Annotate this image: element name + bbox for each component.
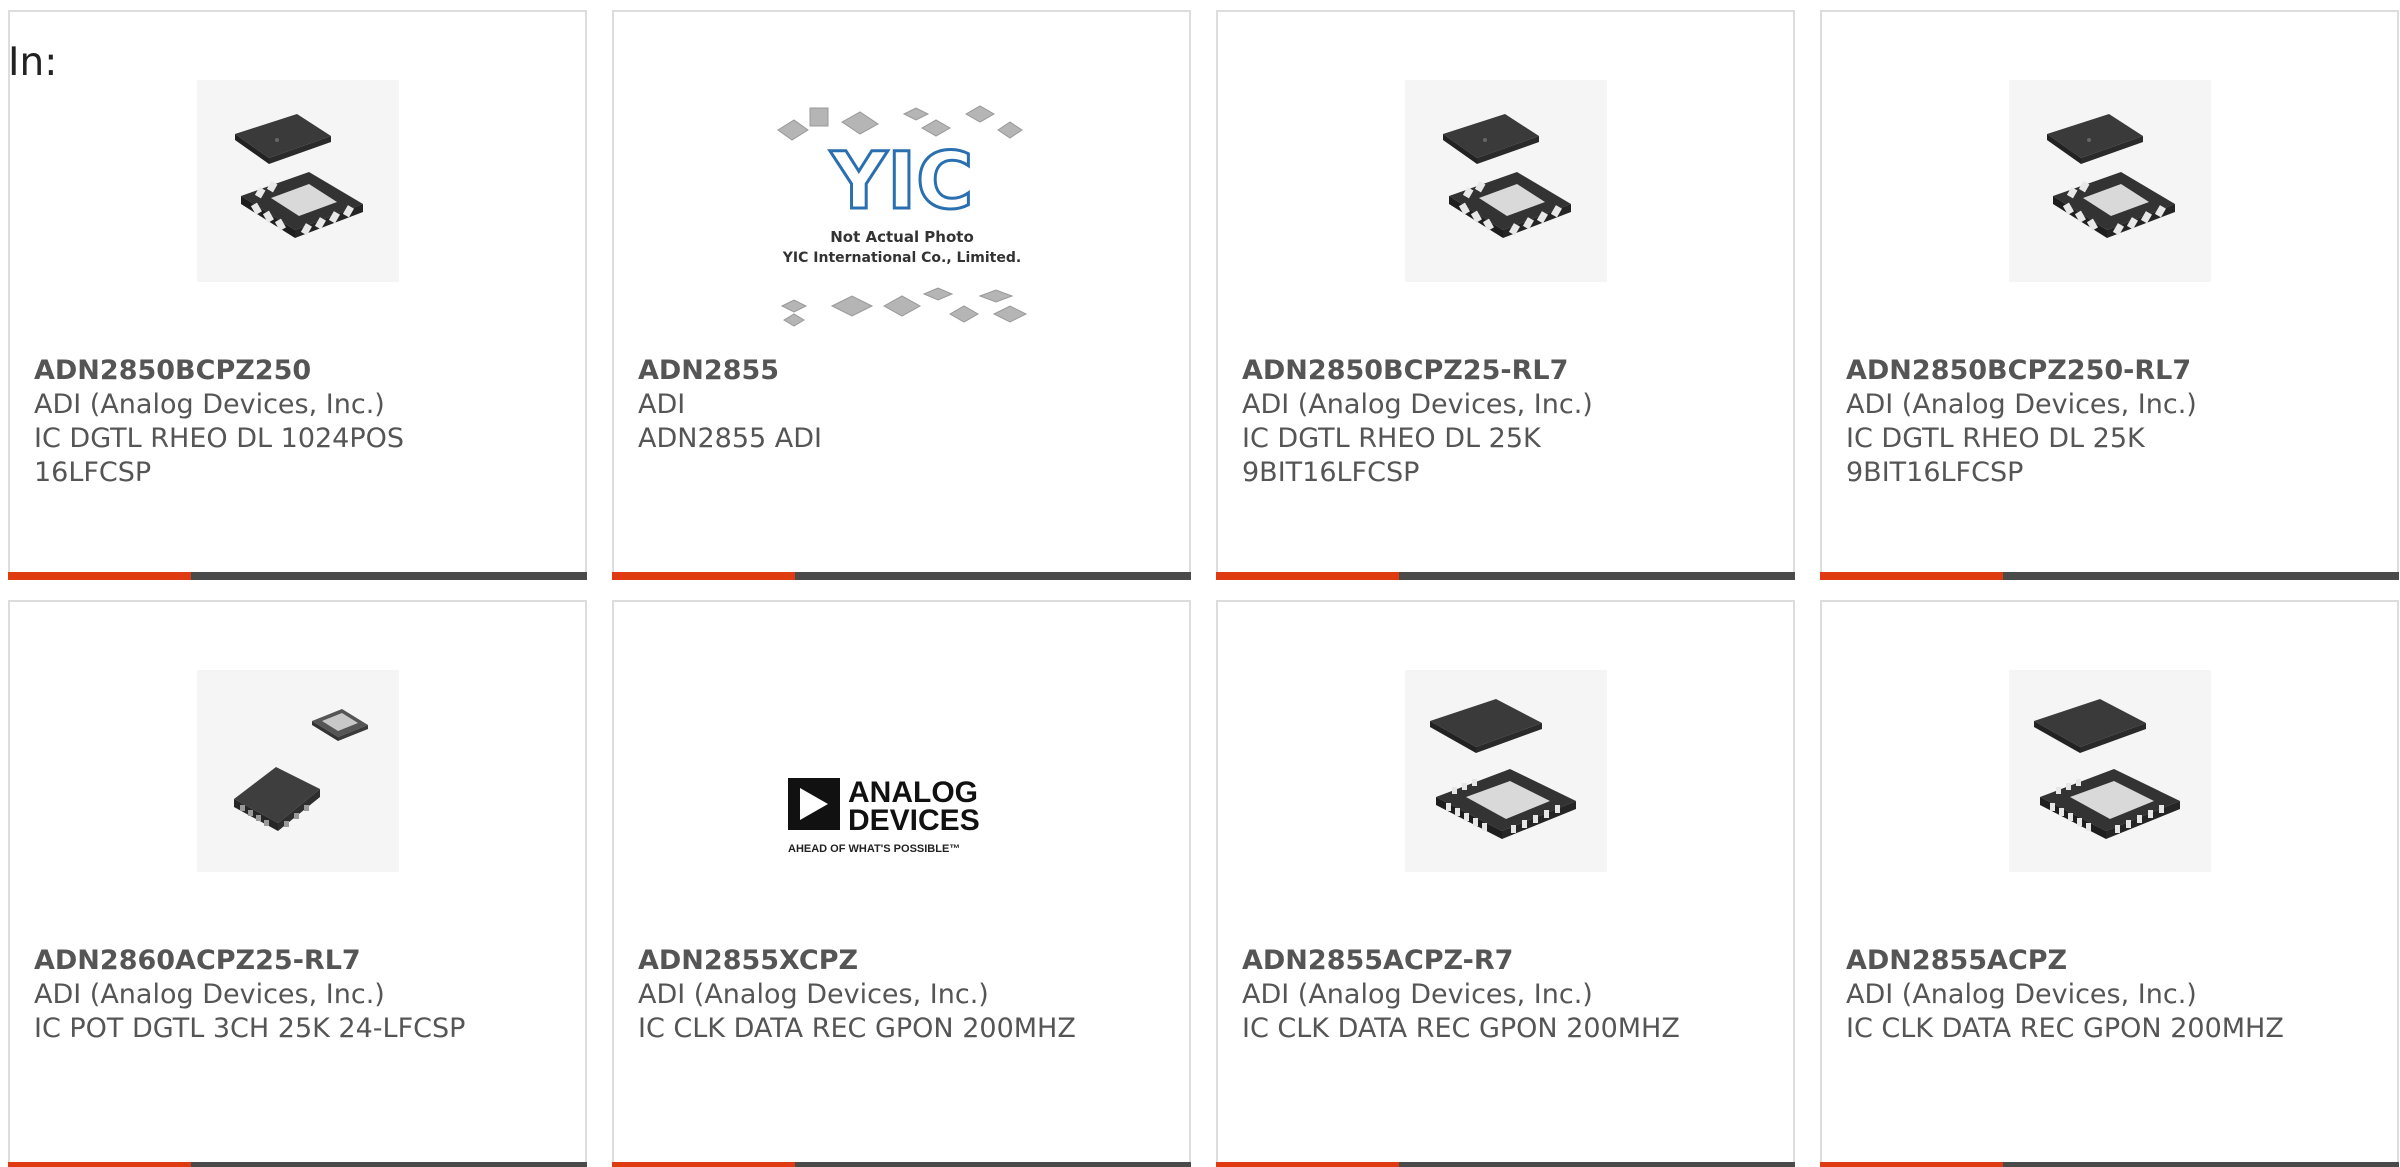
chip-qfn16-icon <box>2009 80 2211 282</box>
description: IC DGTL RHEO DL 25K 9BIT16LFCSP <box>1846 423 2145 488</box>
card-bar <box>1216 1162 1795 1167</box>
part-number[interactable]: ADN2850BCPZ250 <box>34 354 565 388</box>
part-number[interactable]: ADN2860ACPZ25-RL7 <box>34 944 565 978</box>
chip-qfn32-icon <box>2009 670 2211 872</box>
part-number[interactable]: ADN2855 <box>638 354 1169 388</box>
manufacturer: ADI <box>638 389 686 420</box>
manufacturer: ADI (Analog Devices, Inc.) <box>1242 389 1593 420</box>
product-grid: ADN2850BCPZ250 ADI (Analog Devices, Inc.… <box>8 10 2400 1167</box>
chip-qfn16-icon <box>1405 80 1607 282</box>
card-bar-accent <box>1820 1162 2003 1167</box>
product-info: ADN2860ACPZ25-RL7 ADI (Analog Devices, I… <box>34 944 565 1046</box>
logo-line-2: DEVICES <box>848 804 980 837</box>
logo-tagline: AHEAD OF WHAT'S POSSIBLE™ <box>788 843 960 855</box>
card-bar <box>1216 572 1795 580</box>
product-card[interactable]: ADN2855ACPZ ADI (Analog Devices, Inc.) I… <box>1820 600 2399 1167</box>
manufacturer: ADI (Analog Devices, Inc.) <box>638 979 989 1010</box>
placeholder-text-2: YIC International Co., Limited. <box>782 250 1021 266</box>
manufacturer: ADI (Analog Devices, Inc.) <box>1846 979 2197 1010</box>
card-bar <box>1820 572 2399 580</box>
in-label: In: <box>8 40 58 85</box>
card-bar-accent <box>1216 1162 1399 1167</box>
not-actual-photo-placeholder: YIC Not Actual Photo YIC International C… <box>754 92 1050 362</box>
part-number[interactable]: ADN2850BCPZ25-RL7 <box>1242 354 1773 388</box>
part-number[interactable]: ADN2850BCPZ250-RL7 <box>1846 354 2377 388</box>
part-number[interactable]: ADN2855ACPZ <box>1846 944 2377 978</box>
product-info: ADN2850BCPZ250 ADI (Analog Devices, Inc.… <box>34 354 565 490</box>
manufacturer: ADI (Analog Devices, Inc.) <box>34 979 385 1010</box>
product-info: ADN2850BCPZ250-RL7 ADI (Analog Devices, … <box>1846 354 2377 490</box>
description: IC DGTL RHEO DL 1024POS 16LFCSP <box>34 423 405 488</box>
manufacturer: ADI (Analog Devices, Inc.) <box>1846 389 2197 420</box>
chip-lfcsp24-icon <box>197 670 399 872</box>
analog-devices-logo: ANALOG DEVICES AHEAD OF WHAT'S POSSIBLE™ <box>754 682 1050 952</box>
product-card[interactable]: ADN2855ACPZ-R7 ADI (Analog Devices, Inc.… <box>1216 600 1795 1167</box>
card-bar-accent <box>8 572 191 580</box>
description: ADN2855 ADI <box>638 423 822 454</box>
product-info: ADN2855XCPZ ADI (Analog Devices, Inc.) I… <box>638 944 1169 1046</box>
description: IC CLK DATA REC GPON 200MHZ <box>1242 1013 1680 1044</box>
product-info: ADN2855 ADI ADN2855 ADI <box>638 354 1169 456</box>
product-info: ADN2850BCPZ25-RL7 ADI (Analog Devices, I… <box>1242 354 1773 490</box>
description: IC CLK DATA REC GPON 200MHZ <box>1846 1013 2284 1044</box>
description: IC CLK DATA REC GPON 200MHZ <box>638 1013 1076 1044</box>
manufacturer: ADI (Analog Devices, Inc.) <box>34 389 385 420</box>
manufacturer: ADI (Analog Devices, Inc.) <box>1242 979 1593 1010</box>
card-bar <box>612 572 1191 580</box>
product-card[interactable]: ADN2850BCPZ250-RL7 ADI (Analog Devices, … <box>1820 10 2399 580</box>
card-bar <box>1820 1162 2399 1167</box>
product-info: ADN2855ACPZ ADI (Analog Devices, Inc.) I… <box>1846 944 2377 1046</box>
card-bar <box>8 572 587 580</box>
product-card[interactable]: ADN2860ACPZ25-RL7 ADI (Analog Devices, I… <box>8 600 587 1167</box>
card-bar <box>612 1162 1191 1167</box>
card-bar-accent <box>1820 572 2003 580</box>
chip-qfn32-icon <box>1405 670 1607 872</box>
chip-qfn16-icon <box>197 80 399 282</box>
placeholder-text-1: Not Actual Photo <box>830 228 974 246</box>
card-bar-accent <box>612 1162 795 1167</box>
description: IC DGTL RHEO DL 25K 9BIT16LFCSP <box>1242 423 1541 488</box>
product-card[interactable]: ADN2850BCPZ250 ADI (Analog Devices, Inc.… <box>8 10 587 580</box>
part-number[interactable]: ADN2855ACPZ-R7 <box>1242 944 1773 978</box>
product-card[interactable]: YIC Not Actual Photo YIC International C… <box>612 10 1191 580</box>
product-card[interactable]: ANALOG DEVICES AHEAD OF WHAT'S POSSIBLE™… <box>612 600 1191 1167</box>
product-card[interactable]: ADN2850BCPZ25-RL7 ADI (Analog Devices, I… <box>1216 10 1795 580</box>
product-info: ADN2855ACPZ-R7 ADI (Analog Devices, Inc.… <box>1242 944 1773 1046</box>
card-bar-accent <box>1216 572 1399 580</box>
card-bar <box>8 1162 587 1167</box>
card-bar-accent <box>612 572 795 580</box>
card-bar-accent <box>8 1162 191 1167</box>
description: IC POT DGTL 3CH 25K 24-LFCSP <box>34 1013 466 1044</box>
part-number[interactable]: ADN2855XCPZ <box>638 944 1169 978</box>
yic-logo: YIC <box>830 137 974 227</box>
